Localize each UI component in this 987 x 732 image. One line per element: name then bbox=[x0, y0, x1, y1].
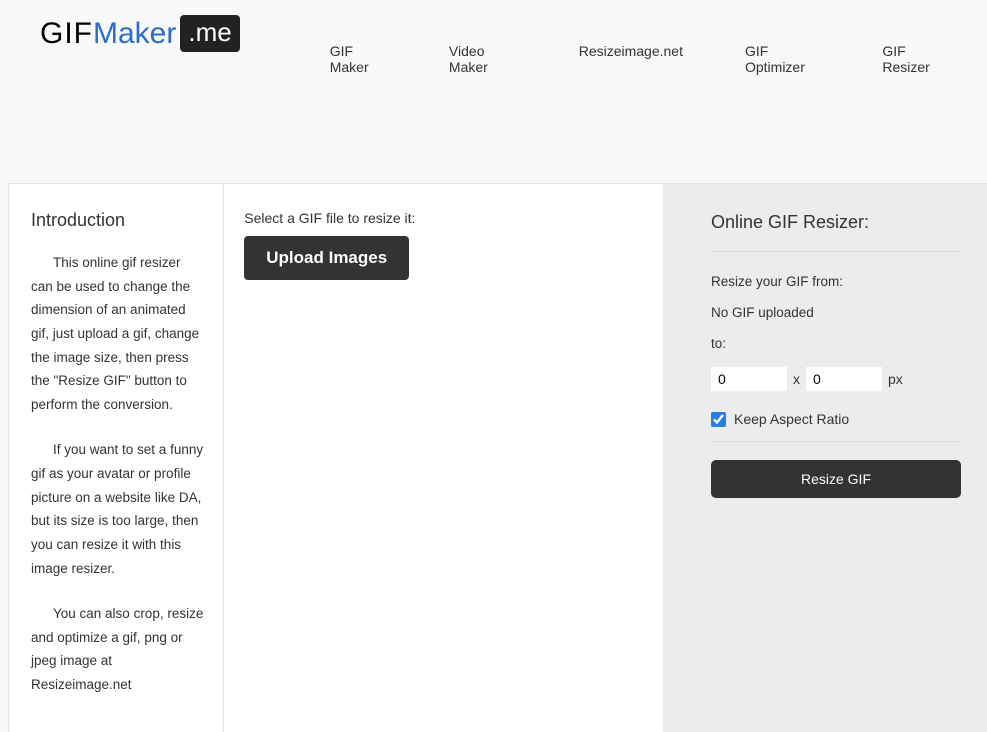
width-input[interactable] bbox=[711, 367, 787, 391]
height-input[interactable] bbox=[806, 367, 882, 391]
logo-maker: Maker bbox=[93, 17, 176, 51]
nav-gif-resizer[interactable]: GIF Resizer bbox=[882, 43, 947, 75]
header: GIFMaker .me GIF Maker Video Maker Resiz… bbox=[0, 0, 987, 183]
px-label: px bbox=[888, 371, 903, 387]
upload-panel: Select a GIF file to resize it: Upload I… bbox=[224, 184, 663, 732]
keep-aspect-row[interactable]: Keep Aspect Ratio bbox=[711, 411, 961, 442]
nav-gif-optimizer[interactable]: GIF Optimizer bbox=[745, 43, 820, 75]
to-label: to: bbox=[711, 336, 961, 351]
logo-me-badge: .me bbox=[180, 15, 239, 52]
logo[interactable]: GIFMaker .me bbox=[40, 15, 240, 52]
intro-heading: Introduction bbox=[31, 210, 205, 231]
nav-resizeimage[interactable]: Resizeimage.net bbox=[579, 43, 683, 75]
main-content: Introduction This online gif resizer can… bbox=[8, 183, 987, 732]
no-gif-label: No GIF uploaded bbox=[711, 305, 961, 320]
main-nav: GIF Maker Video Maker Resizeimage.net GI… bbox=[330, 43, 947, 75]
resize-gif-button[interactable]: Resize GIF bbox=[711, 460, 961, 498]
intro-paragraph-3: You can also crop, resize and optimize a… bbox=[31, 602, 205, 697]
intro-paragraph-2: If you want to set a funny gif as your a… bbox=[31, 438, 205, 580]
nav-gif-maker[interactable]: GIF Maker bbox=[330, 43, 387, 75]
dimensions-row: x px bbox=[711, 367, 961, 391]
resize-from-label: Resize your GIF from: bbox=[711, 274, 961, 289]
upload-images-button[interactable]: Upload Images bbox=[244, 236, 409, 280]
x-separator: x bbox=[793, 371, 800, 387]
resizer-panel: Online GIF Resizer: Resize your GIF from… bbox=[663, 184, 987, 732]
select-file-label: Select a GIF file to resize it: bbox=[244, 210, 643, 226]
keep-aspect-label: Keep Aspect Ratio bbox=[734, 411, 849, 427]
intro-paragraph-1: This online gif resizer can be used to c… bbox=[31, 251, 205, 416]
keep-aspect-checkbox[interactable] bbox=[711, 412, 726, 427]
resizer-heading: Online GIF Resizer: bbox=[711, 212, 961, 252]
nav-video-maker[interactable]: Video Maker bbox=[449, 43, 517, 75]
introduction-panel: Introduction This online gif resizer can… bbox=[9, 184, 224, 732]
logo-gif: GIF bbox=[40, 17, 93, 51]
